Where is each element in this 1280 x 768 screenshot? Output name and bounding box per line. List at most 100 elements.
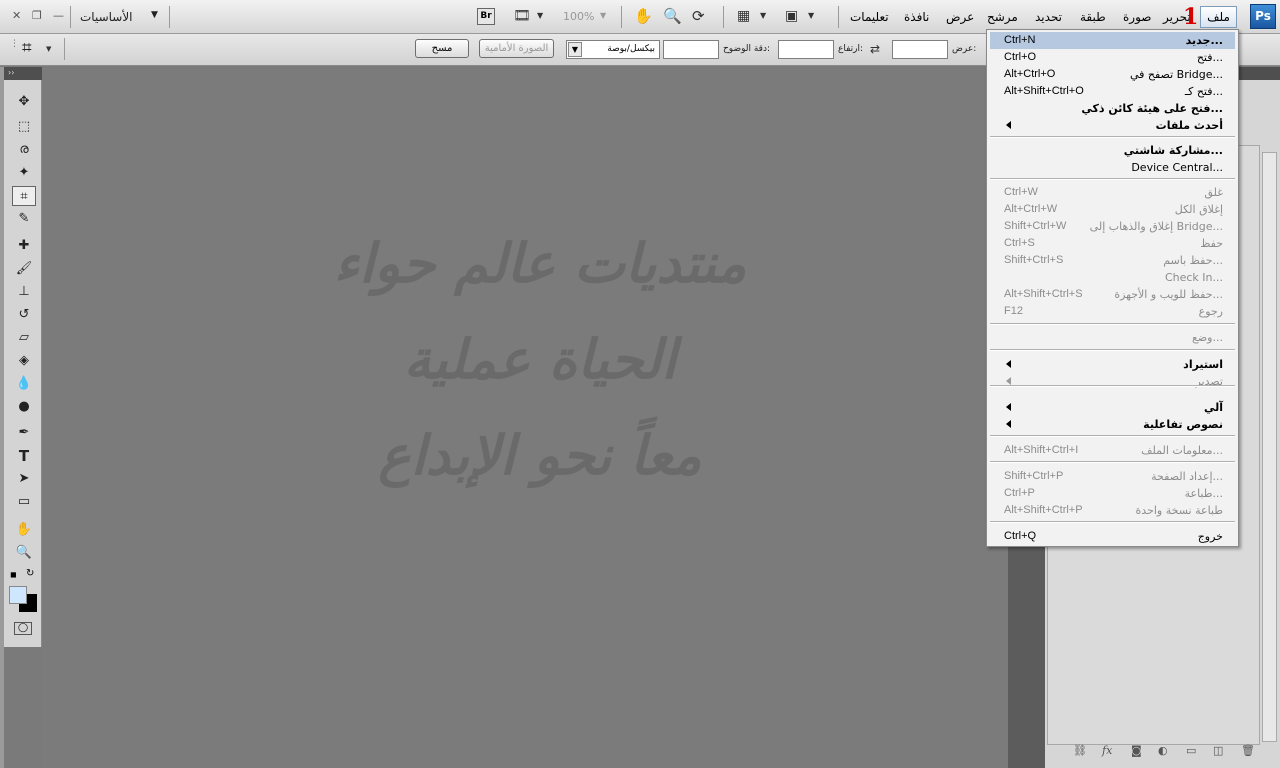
default-colors-icon[interactable]: ◼ [10,570,17,579]
width-input[interactable] [892,40,948,59]
eraser-tool-icon[interactable]: ▱ [12,328,36,348]
menu-item-label: جديد... [1185,34,1223,47]
file-menu-item-new[interactable]: جديد... Ctrl+N [990,32,1235,49]
bridge-button[interactable]: Br [477,8,495,25]
new-layer-icon[interactable]: ◫ [1213,744,1223,757]
clear-button[interactable]: مسح [415,39,469,58]
path-selection-tool-icon[interactable]: ➤ [12,469,36,489]
new-group-icon[interactable]: ▭ [1186,744,1196,757]
tools-panel-header[interactable]: ›› [4,67,42,80]
quick-mask-icon[interactable]: ◯ [14,622,32,635]
blur-tool-icon[interactable]: 💧 [12,374,36,394]
menu-view[interactable]: عرض [946,10,974,24]
zoom-chevron-down-icon[interactable]: ▼ [600,11,606,20]
hand-tool-icon[interactable]: ✋ [634,7,653,25]
photoshop-logo: Ps [1250,4,1276,29]
file-menu-item-recent-files[interactable]: أحدث ملفات [990,117,1235,134]
chevron-down-icon[interactable]: ▼ [537,11,543,20]
healing-brush-tool-icon[interactable]: ✚ [12,236,36,256]
panel-scrollbar[interactable] [1262,152,1277,742]
menu-item-shortcut: Ctrl+O [1004,51,1037,63]
file-menu-item-open[interactable]: فتح... Ctrl+O [990,49,1235,66]
zoom-tool-icon[interactable]: 🔍 [12,543,36,563]
clone-stamp-tool-icon[interactable]: ⊥ [12,282,36,302]
type-tool-icon[interactable]: T [12,446,36,466]
zoom-tool-icon[interactable]: 🔍 [663,7,682,25]
link-layers-icon[interactable]: ⛓ [1073,744,1087,757]
mini-bridge-icon[interactable]: 🎞 [513,8,531,24]
menu-window[interactable]: نافذة [904,10,929,24]
file-menu-item-automate[interactable]: آلي [990,399,1235,416]
file-menu-item-share-my-screen[interactable]: مشاركة شاشتي... [990,142,1235,159]
file-menu-item-print-one-copy[interactable]: طباعة نسخة واحدة Alt+Shift+Ctrl+P [990,502,1235,519]
menu-help[interactable]: تعليمات [850,10,889,24]
move-tool-icon[interactable]: ✥ [12,92,36,112]
paint-bucket-tool-icon[interactable]: ◈ [12,351,36,371]
file-menu-item-print[interactable]: طباعة... Ctrl+P [990,485,1235,502]
zoom-level[interactable]: 100% [563,10,594,23]
file-menu-item-check-in[interactable]: Check In... [990,269,1235,286]
select-chevron-down-icon[interactable]: ▼ [568,42,582,57]
file-menu-item-place[interactable]: وضع... [990,329,1235,346]
file-menu-item-save[interactable]: حفظ Ctrl+S [990,235,1235,252]
adjustment-layer-icon[interactable]: ◐ [1158,744,1168,757]
swap-colors-icon[interactable]: ↻ [26,568,34,579]
file-menu-item-revert[interactable]: رجوع F12 [990,303,1235,320]
menu-filter[interactable]: مرشح [987,10,1018,24]
close-icon[interactable]: ✕ [12,9,21,22]
arrange-chevron-down-icon[interactable]: ▼ [760,11,766,20]
menu-image[interactable]: صورة [1123,10,1151,24]
layer-mask-icon[interactable]: ◙ [1131,744,1142,757]
file-menu-item-open-as[interactable]: فتح كـ... Alt+Shift+Ctrl+O [990,83,1235,100]
crop-tool-icon[interactable]: ⌗ [12,186,36,206]
pen-tool-icon[interactable]: ✒ [12,423,36,443]
crop-tool-preset-icon[interactable]: ⌗ [22,38,32,58]
front-image-button[interactable]: الصورة الأمامية [479,39,554,58]
trash-icon[interactable]: 🗑 [1241,744,1255,757]
height-input[interactable] [778,40,834,59]
minimize-icon[interactable]: — [53,9,64,22]
screen-mode-icon[interactable]: ▣ [785,8,798,24]
file-menu-item-export[interactable]: تصدير [990,373,1235,390]
restore-icon[interactable]: ❐ [32,9,42,22]
file-menu-item-browse-in-bridge[interactable]: تصفح في Bridge... Alt+Ctrl+O [990,66,1235,83]
file-menu-item-close-all[interactable]: إغلاق الكل Alt+Ctrl+W [990,201,1235,218]
screen-mode-chevron-down-icon[interactable]: ▼ [808,11,814,20]
file-menu-item-save-as[interactable]: حفظ باسم... Shift+Ctrl+S [990,252,1235,269]
arrange-documents-icon[interactable]: ▦ [737,8,750,24]
file-menu-item-device-central[interactable]: Device Central... [990,159,1235,176]
menu-file[interactable]: ملف [1200,6,1237,28]
foreground-color-swatch[interactable] [9,586,27,604]
dodge-tool-icon[interactable]: ● [12,397,36,417]
file-menu-item-save-for-web[interactable]: حفظ للويب و الأجهزة... Alt+Shift+Ctrl+S [990,286,1235,303]
layer-style-icon[interactable]: fx [1102,744,1112,757]
file-menu-item-import[interactable]: استيراد [990,356,1235,373]
hand-tool-icon[interactable]: ✋ [12,520,36,540]
workspace-label[interactable]: الأساسيات [80,10,133,24]
menu-item-shortcut: Shift+Ctrl+W [1004,220,1067,232]
menu-select[interactable]: تحديد [1035,10,1062,24]
menu-item-shortcut: Ctrl+S [1004,237,1035,249]
workspace-chevron-down-icon[interactable]: ▼ [151,10,158,20]
file-menu-item-file-info[interactable]: معلومات الملف... Alt+Shift+Ctrl+I [990,442,1235,459]
file-menu-item-scripts[interactable]: نصوص تفاعلية [990,416,1235,433]
brush-tool-icon[interactable]: 🖌 [12,259,36,279]
file-menu-item-open-as-smart-object[interactable]: فتح على هيئة كائن ذكي... [990,100,1235,117]
history-brush-tool-icon[interactable]: ↺ [12,305,36,325]
marquee-tool-icon[interactable]: ⬚ [12,117,36,137]
file-menu-item-close-and-go-to-bridge[interactable]: إغلاق والذهاب إلى Bridge... Shift+Ctrl+W [990,218,1235,235]
file-menu-item-close[interactable]: غلق Ctrl+W [990,184,1235,201]
file-menu-item-exit[interactable]: خروج Ctrl+Q [990,528,1235,545]
magic-wand-tool-icon[interactable]: ✦ [12,163,36,183]
swap-dimensions-icon[interactable]: ⇄ [870,42,880,56]
file-menu-item-page-setup[interactable]: إعداد الصفحة... Shift+Ctrl+P [990,468,1235,485]
resolution-unit-select[interactable]: بيكسل/بوصة ▼ [566,40,660,59]
rotate-view-icon[interactable]: ⟳ [692,7,705,25]
menu-layer[interactable]: طبقة [1080,10,1106,24]
eyedropper-tool-icon[interactable]: ✎ [12,209,36,229]
preset-chevron-down-icon[interactable]: ▼ [46,45,51,53]
shape-tool-icon[interactable]: ▭ [12,492,36,512]
resolution-input[interactable] [663,40,719,59]
lasso-tool-icon[interactable]: ര [12,140,36,160]
resolution-unit-value: بيكسل/بوصة [607,44,655,54]
